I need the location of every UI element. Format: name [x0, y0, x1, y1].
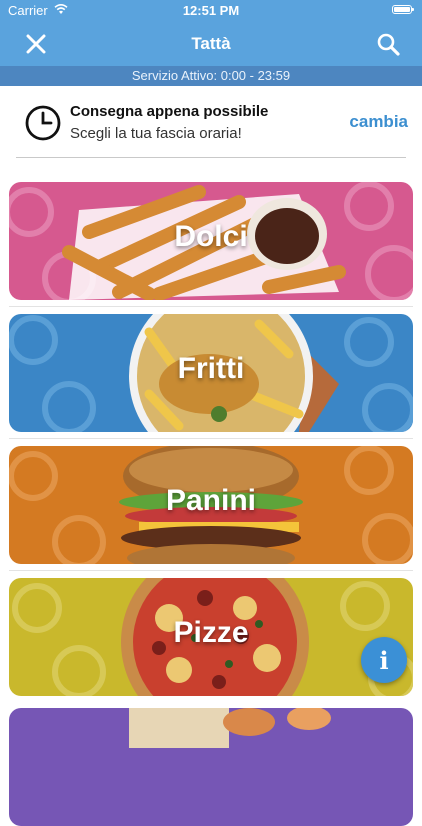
category-card-partial[interactable] — [9, 708, 413, 826]
category-label: Pizze — [173, 616, 249, 649]
category-card-pizze[interactable]: Pizze — [9, 578, 413, 696]
category-image — [9, 708, 413, 826]
service-hours-banner: Servizio Attivo: 0:00 - 23:59 — [0, 66, 422, 86]
clock-time: 12:51 PM — [182, 3, 240, 18]
info-icon: i — [379, 645, 389, 675]
search-icon — [377, 33, 400, 56]
info-button[interactable]: i — [361, 637, 407, 683]
divider — [16, 157, 406, 158]
category-label: Panini — [165, 484, 256, 517]
category-card-fritti[interactable]: Fritti — [9, 314, 413, 432]
category-card-dolci[interactable]: Dolci — [9, 182, 413, 300]
battery-icon — [392, 5, 414, 14]
category-label: Fritti — [177, 352, 245, 385]
delivery-title: Consegna appena possibile — [70, 103, 269, 120]
divider — [9, 570, 413, 571]
delivery-time-row[interactable]: Consegna appena possibile Scegli la tua … — [0, 86, 422, 158]
delivery-subtitle: Scegli la tua fascia oraria! — [70, 125, 242, 142]
nav-bar: Tattà — [0, 22, 422, 66]
page-title: Tattà — [191, 34, 231, 53]
divider — [9, 306, 413, 307]
clock-icon — [25, 105, 61, 141]
category-card-panini[interactable]: Panini — [9, 446, 413, 564]
change-slot-link[interactable]: cambia — [349, 112, 408, 132]
category-label: Dolci — [174, 220, 248, 253]
status-bar: Carrier 12:51 PM — [0, 0, 422, 22]
divider — [9, 438, 413, 439]
search-button[interactable] — [372, 28, 404, 60]
